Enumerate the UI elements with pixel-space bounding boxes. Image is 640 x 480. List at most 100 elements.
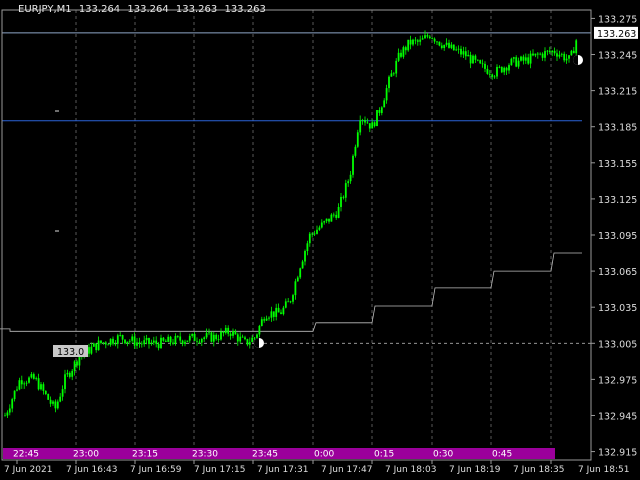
- candle-body: [318, 227, 321, 230]
- candle-body: [210, 332, 213, 342]
- candle-body: [292, 295, 294, 302]
- candle-body: [121, 335, 124, 340]
- candle-body: [277, 307, 280, 313]
- candle-body: [102, 342, 105, 344]
- candle-body: [469, 54, 472, 64]
- candle-body: [200, 339, 203, 343]
- candle-body: [90, 346, 93, 354]
- candle-body: [296, 277, 299, 282]
- candle-body: [198, 341, 201, 343]
- candle-body: [457, 48, 460, 50]
- candle-body: [356, 132, 359, 147]
- candle-body: [520, 56, 522, 61]
- candle-body: [359, 120, 362, 133]
- candle-body: [409, 39, 412, 45]
- candle-body: [551, 50, 554, 53]
- candle-body: [191, 333, 194, 336]
- candle-body: [376, 110, 378, 126]
- candle-body: [188, 335, 191, 341]
- candle-body: [412, 39, 414, 45]
- candle-body: [42, 384, 45, 391]
- candle-body: [174, 336, 177, 344]
- candle-body: [52, 401, 54, 404]
- candle-body: [76, 361, 78, 366]
- candle-body: [222, 331, 225, 333]
- candle-body: [73, 361, 76, 371]
- candle-body: [150, 342, 153, 344]
- candle-body: [306, 243, 309, 251]
- candle-body: [236, 334, 239, 342]
- session-label: 0:00: [314, 450, 334, 460]
- candle-body: [59, 396, 62, 402]
- candle-body: [49, 399, 52, 404]
- candle-body: [181, 340, 184, 344]
- candle-body: [126, 341, 129, 344]
- candle-body: [474, 55, 477, 60]
- candle-body: [54, 401, 57, 409]
- price-tick-label: 132.915: [598, 448, 637, 459]
- candle-body: [44, 390, 47, 394]
- candle-body: [169, 336, 172, 343]
- price-tick-label: 133.275: [598, 14, 637, 25]
- candle-body: [500, 66, 503, 73]
- candle-body: [284, 301, 287, 308]
- candle-body: [258, 325, 261, 335]
- candle-body: [304, 251, 306, 262]
- session-bar: 22:45 23:00 23:15 23:30 23:45 0:00 0:15 0:30 0:4…: [3, 448, 555, 460]
- candle-body: [311, 233, 314, 235]
- time-tick-label: 7 Jun 2021: [4, 465, 52, 475]
- candle-body: [37, 378, 40, 390]
- candle-body: [104, 342, 107, 345]
- candle-body: [299, 268, 302, 278]
- candle-body: [443, 44, 446, 48]
- candle-body: [64, 374, 66, 390]
- candle-body: [140, 343, 143, 345]
- candle-body: [493, 76, 496, 78]
- candle-body: [136, 342, 138, 346]
- candle-body: [407, 39, 410, 51]
- candle-body: [529, 53, 532, 64]
- candle-body: [517, 60, 520, 67]
- candle-body: [88, 347, 90, 354]
- candle-body: [534, 53, 537, 56]
- candle-body: [133, 336, 136, 346]
- candle-body: [548, 50, 551, 53]
- candle-body: [347, 181, 350, 184]
- candle-body: [546, 50, 549, 52]
- candle-body: [544, 51, 546, 58]
- candle-body: [330, 214, 333, 222]
- candle-body: [263, 319, 266, 321]
- candle-body: [378, 110, 381, 113]
- candle-body: [536, 53, 539, 55]
- session-label: 22:45: [13, 450, 39, 460]
- candle-body: [155, 340, 158, 344]
- candle-body: [486, 68, 489, 74]
- candle-body: [109, 338, 112, 345]
- candle-body: [4, 415, 6, 417]
- candle-body: [212, 334, 215, 342]
- candle-body: [414, 39, 417, 41]
- price-chart[interactable]: 22:45 23:00 23:15 23:30 23:45 0:00 0:15 0:30 0:4…: [0, 0, 640, 480]
- candle-body: [390, 73, 393, 77]
- session-label: 0:15: [374, 450, 394, 460]
- candle-body: [515, 57, 518, 67]
- candle-body: [570, 50, 573, 56]
- candle-body: [553, 50, 556, 54]
- session-label: 23:45: [252, 450, 278, 460]
- candle-body: [217, 339, 220, 340]
- chart-background: [0, 0, 640, 480]
- candle-body: [11, 399, 14, 409]
- candle-body: [138, 342, 141, 344]
- session-label: 23:00: [73, 450, 99, 460]
- candle-body: [452, 44, 455, 51]
- candle-body: [287, 301, 290, 303]
- candle-body: [467, 54, 470, 57]
- candle-body: [510, 58, 513, 66]
- session-label: 23:15: [132, 450, 158, 460]
- time-tick-label: 7 Jun 16:43: [66, 465, 117, 475]
- candle-body: [92, 343, 95, 347]
- ohlc-open: 133.264: [78, 4, 121, 15]
- price-tick-label: 132.945: [598, 411, 637, 422]
- candle-body: [464, 51, 467, 57]
- time-tick-label: 7 Jun 18:03: [385, 465, 436, 475]
